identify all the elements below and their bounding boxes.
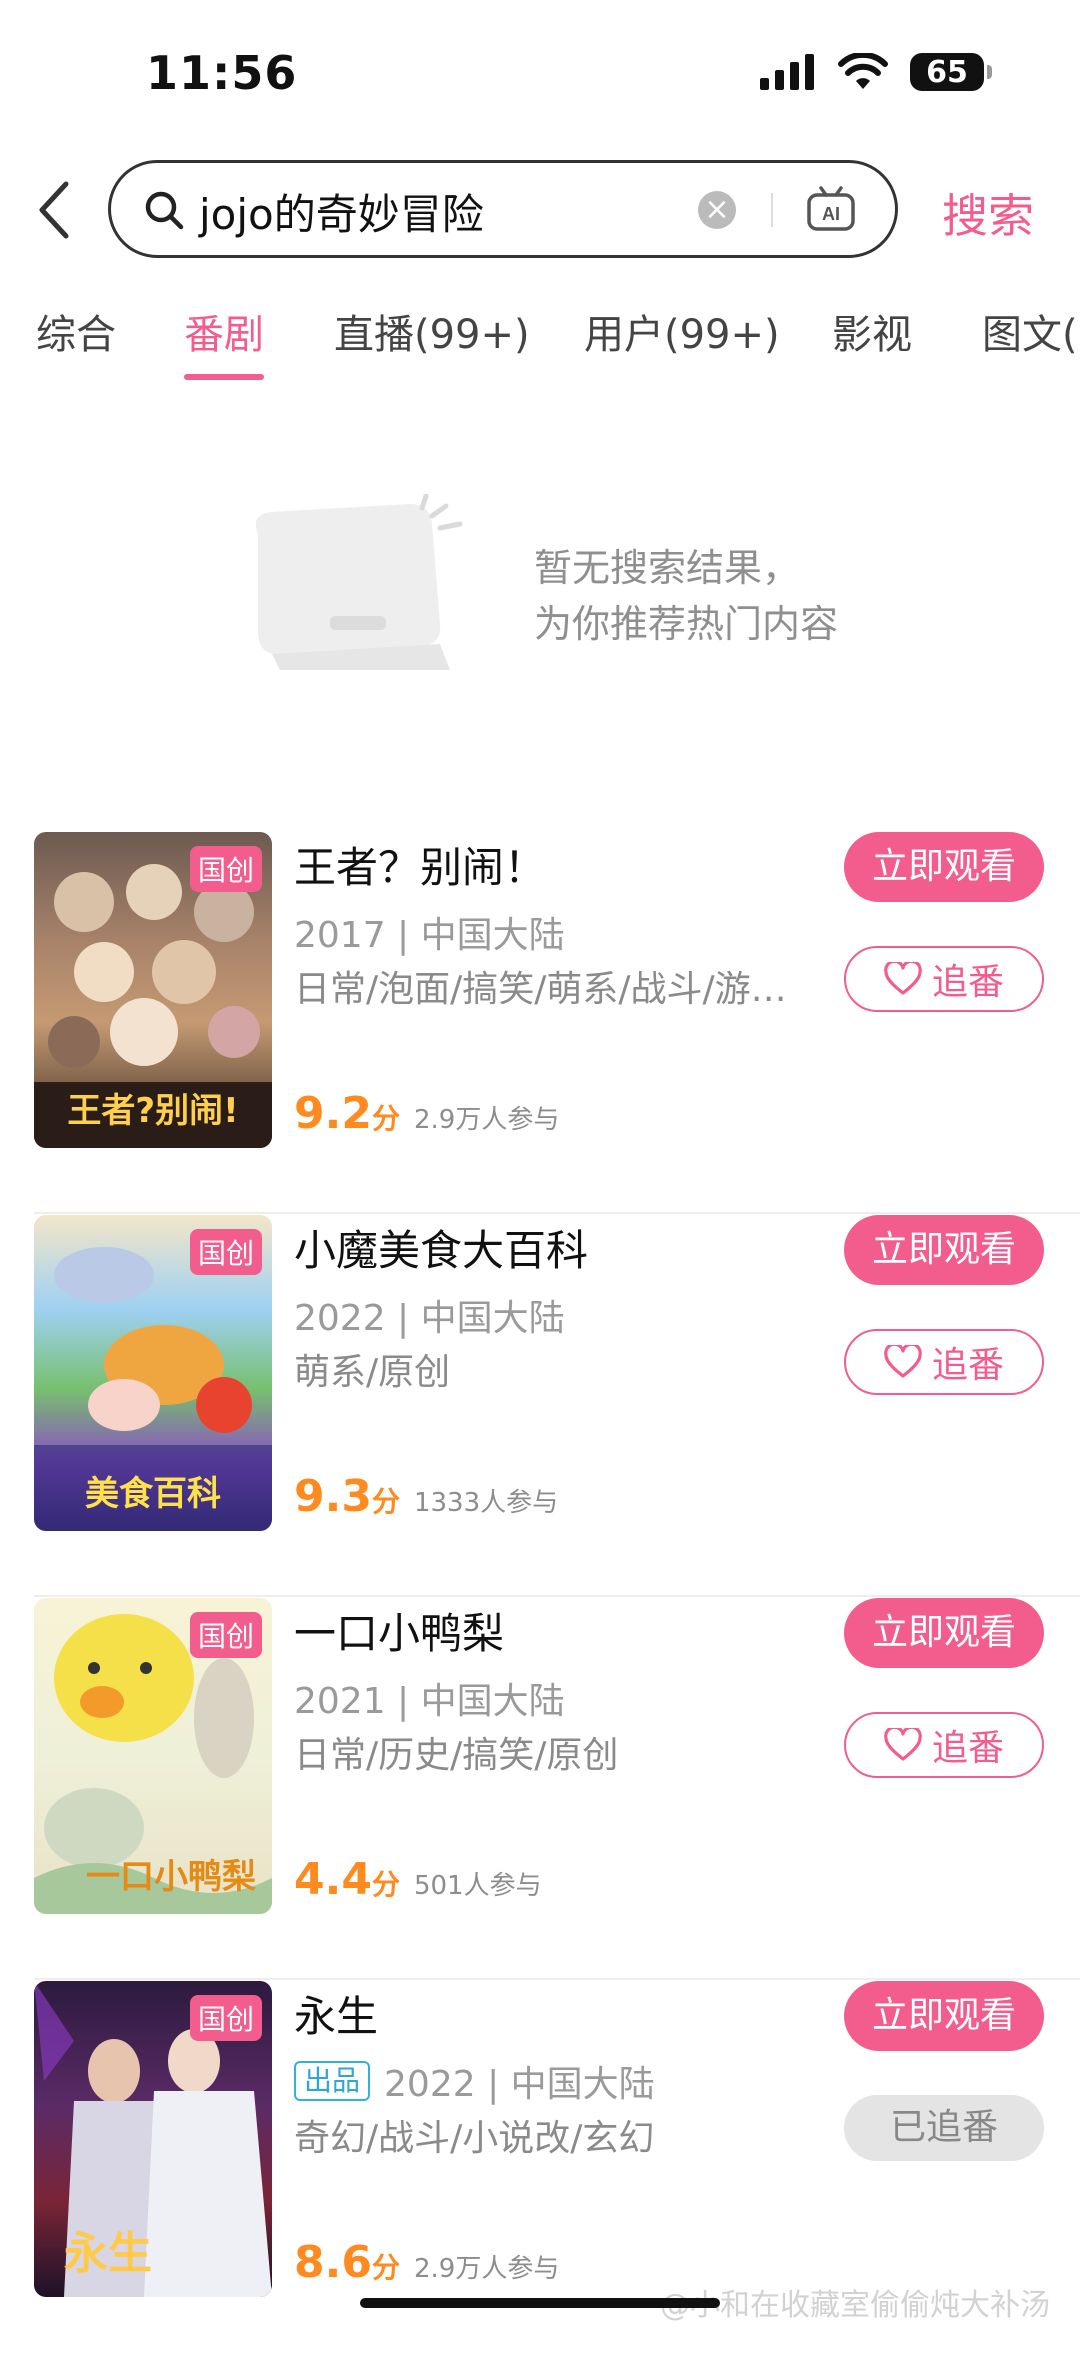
participant-count: 2.9万人参与: [413, 2254, 560, 2284]
cover-badge: 国创: [189, 1995, 262, 2041]
item-title[interactable]: 一口小鸭梨: [294, 1600, 504, 1661]
cellular-signal-icon: [760, 54, 814, 90]
watch-now-button[interactable]: 立即观看: [844, 832, 1044, 902]
svg-text:AI: AI: [822, 204, 840, 224]
item-title[interactable]: 王者？别闹！: [294, 834, 546, 895]
cover-badge: 国创: [189, 1229, 262, 1275]
item-title[interactable]: 小魔美食大百科: [294, 1217, 588, 1278]
empty-message-line1: 暂无搜索结果，: [534, 546, 801, 590]
divider: [34, 1595, 1080, 1597]
score-value: 9.3: [294, 1471, 372, 1522]
cover-image[interactable]: 一口小鸭梨 国创: [34, 1598, 272, 1914]
wifi-icon: [838, 53, 888, 89]
participant-count: 2.9万人参与: [413, 1105, 560, 1135]
tab-all[interactable]: 综合: [36, 302, 116, 360]
search-query-text[interactable]: jojo的奇妙冒险: [199, 181, 484, 242]
cover-title: 王者?别闹!: [67, 1091, 239, 1131]
item-year-region: 2022 | 中国大陆: [384, 2064, 655, 2105]
item-tags: 日常/泡面/搞笑/萌系/战斗/游…: [294, 969, 787, 1010]
active-tab-indicator: [184, 374, 264, 380]
cover-title: 一口小鸭梨: [86, 1857, 256, 1897]
score-value: 4.4: [294, 1854, 372, 1905]
cover-image[interactable]: 美食百科 国创: [34, 1215, 272, 1531]
cover-title: 永生: [64, 2228, 152, 2279]
cover-badge: 国创: [189, 1612, 262, 1658]
participant-count: 1333人参与: [413, 1488, 559, 1518]
empty-result-illustration: [255, 494, 463, 670]
item-score: 8.6分 2.9万人参与: [294, 2237, 559, 2288]
score-unit: 分: [371, 2251, 400, 2284]
follow-button[interactable]: 追番: [844, 946, 1044, 1012]
clear-icon[interactable]: ×: [698, 191, 736, 229]
item-year-region: 2021 | 中国大陆: [294, 1681, 565, 1722]
list-item[interactable]: 一口小鸭梨 国创 一口小鸭梨 2021 | 中国大陆 日常/历史/搞笑/原创 4…: [0, 1598, 1080, 1980]
score-unit: 分: [371, 1102, 400, 1135]
empty-message: 暂无搜索结果， 为你推荐热门内容: [534, 540, 838, 652]
item-score: 9.2分 2.9万人参与: [294, 1088, 559, 1139]
item-score: 4.4分 501人参与: [294, 1854, 542, 1905]
search-button[interactable]: 搜索: [942, 180, 1034, 246]
tab-articles[interactable]: 图文(9: [982, 302, 1080, 360]
item-meta: 2022 | 中国大陆: [294, 1289, 565, 1341]
list-item[interactable]: 美食百科 国创 小魔美食大百科 2022 | 中国大陆 萌系/原创 9.3分 13…: [0, 1215, 1080, 1597]
item-title[interactable]: 永生: [294, 1983, 378, 2044]
divider: [34, 1978, 1080, 1980]
watch-now-button[interactable]: 立即观看: [844, 1215, 1044, 1285]
tab-users[interactable]: 用户(99+): [584, 302, 780, 360]
produced-badge: 出品: [294, 2061, 371, 2101]
heart-icon: [884, 1345, 922, 1378]
follow-label: 追番: [931, 962, 1004, 1003]
cover-image[interactable]: 王者?别闹! 国创: [34, 832, 272, 1148]
follow-label: 追番: [931, 1345, 1004, 1386]
tab-anime[interactable]: 番剧: [184, 302, 264, 360]
follow-button[interactable]: 追番: [844, 1712, 1044, 1778]
item-tags: 日常/历史/搞笑/原创: [294, 1735, 619, 1776]
heart-icon: [884, 1728, 922, 1761]
watch-now-button[interactable]: 立即观看: [844, 1981, 1044, 2051]
item-score: 9.3分 1333人参与: [294, 1471, 558, 1522]
item-year-region: 2022 | 中国大陆: [294, 1298, 565, 1339]
list-item[interactable]: 王者?别闹! 国创 王者？别闹！ 2017 | 中国大陆 日常/泡面/搞笑/萌系…: [0, 832, 1080, 1214]
status-time: 11:56: [146, 46, 298, 100]
cover-image[interactable]: 永生 国创: [34, 1981, 272, 2297]
item-tags: 奇幻/战斗/小说改/玄幻: [294, 2118, 655, 2159]
score-unit: 分: [371, 1868, 400, 1901]
item-meta: 2017 | 中国大陆: [294, 906, 565, 958]
score-value: 9.2: [294, 1088, 372, 1139]
item-meta: 2021 | 中国大陆: [294, 1672, 565, 1724]
back-arrow-icon[interactable]: [30, 178, 80, 242]
followed-button[interactable]: 已追番: [844, 2095, 1044, 2161]
tab-bar: 综合 番剧 直播(99+) 用户(99+) 影视 图文(9: [0, 302, 1080, 382]
divider: [34, 1212, 1080, 1214]
score-unit: 分: [371, 1485, 400, 1518]
cover-title: 美食百科: [85, 1474, 221, 1514]
tab-film[interactable]: 影视: [832, 302, 912, 360]
cover-badge: 国创: [189, 846, 262, 892]
search-icon: [145, 191, 184, 230]
item-year-region: 2017 | 中国大陆: [294, 915, 565, 956]
follow-button[interactable]: 追番: [844, 1329, 1044, 1395]
tab-live[interactable]: 直播(99+): [334, 302, 530, 360]
follow-label: 追番: [931, 1728, 1004, 1769]
battery-icon: 65: [910, 53, 992, 91]
participant-count: 501人参与: [413, 1871, 542, 1901]
divider: [771, 193, 773, 227]
status-icons: 65: [760, 48, 992, 96]
search-input[interactable]: jojo的奇妙冒险 × AI: [108, 160, 898, 258]
empty-message-line2: 为你推荐热门内容: [534, 602, 839, 646]
item-meta: 出品 2022 | 中国大陆: [294, 2055, 655, 2107]
heart-icon: [884, 962, 922, 995]
item-tags: 萌系/原创: [294, 1352, 451, 1393]
ai-assistant-icon[interactable]: AI: [806, 185, 856, 235]
score-value: 8.6: [294, 2237, 372, 2288]
watch-now-button[interactable]: 立即观看: [844, 1598, 1044, 1668]
home-indicator[interactable]: [360, 2298, 720, 2308]
